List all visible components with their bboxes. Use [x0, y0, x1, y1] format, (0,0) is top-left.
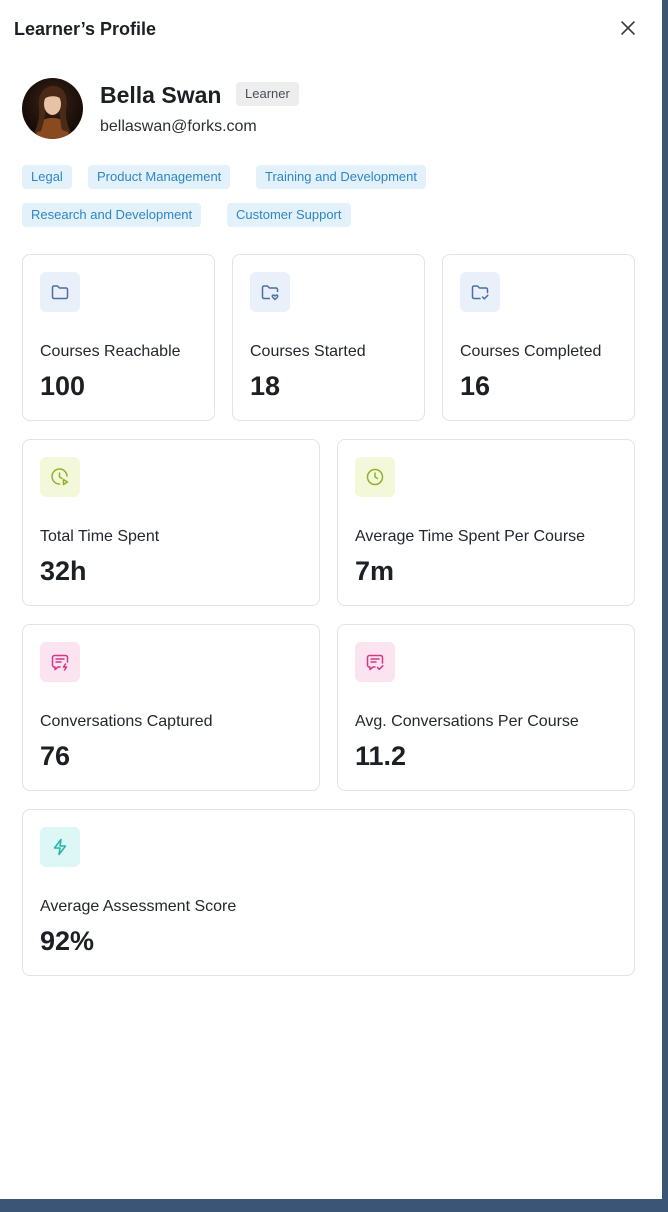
message-bolt-icon	[40, 642, 80, 682]
stat-value: 76	[40, 741, 71, 771]
panel-title: Learner’s Profile	[14, 19, 157, 39]
close-button[interactable]	[618, 18, 638, 38]
stat-card-courses-started: Courses Started 18	[232, 254, 425, 421]
stat-card-courses-completed: Courses Completed 16	[442, 254, 635, 421]
stat-value: 32h	[40, 556, 87, 586]
stat-label: Conversations Captured	[40, 713, 213, 730]
tag-chip: Research and Development	[22, 203, 202, 227]
stat-label: Courses Completed	[460, 343, 602, 360]
learner-email: bellaswan@forks.com	[100, 118, 257, 135]
stat-label: Courses Started	[250, 343, 366, 360]
stat-value: 7m	[355, 556, 395, 586]
clock-play-icon	[40, 457, 80, 497]
backdrop-bottom	[0, 1199, 668, 1212]
avatar	[22, 78, 83, 139]
stat-label: Average Time Spent Per Course	[355, 528, 586, 545]
panel-header: Learner’s Profile	[14, 18, 638, 40]
stat-value: 16	[460, 371, 491, 401]
folder-heart-icon	[250, 272, 290, 312]
clock-icon	[355, 457, 395, 497]
folder-icon	[40, 272, 80, 312]
role-badge: Learner	[236, 82, 299, 106]
close-icon	[621, 21, 635, 35]
stat-card-assessment-score: Average Assessment Score 92%	[22, 809, 635, 976]
tag-chip: Customer Support	[227, 203, 351, 227]
stat-card-total-time: Total Time Spent 32h	[22, 439, 320, 606]
stat-card-courses-reachable: Courses Reachable 100	[22, 254, 215, 421]
stat-card-avg-conversations: Avg. Conversations Per Course 11.2	[337, 624, 635, 791]
tag-chip: Legal	[22, 165, 72, 189]
stat-label: Avg. Conversations Per Course	[355, 713, 579, 730]
stat-card-avg-time: Average Time Spent Per Course 7m	[337, 439, 635, 606]
backdrop-edge	[662, 0, 668, 1199]
message-check-icon	[355, 642, 395, 682]
stat-value: 11.2	[355, 741, 407, 771]
tag-chip: Product Management	[88, 165, 231, 189]
bolt-icon	[40, 827, 80, 867]
tag-chip: Training and Development	[256, 165, 426, 189]
learner-name: Bella Swan	[100, 82, 222, 108]
profile-summary: Bella Swan Learner bellaswan@forks.com	[22, 78, 634, 140]
learner-profile-panel: Learner’s Profile Bella Swan Learner bel…	[0, 0, 662, 1199]
stat-label: Courses Reachable	[40, 343, 181, 360]
stat-label: Total Time Spent	[40, 528, 160, 545]
stat-card-conversations: Conversations Captured 76	[22, 624, 320, 791]
stat-value: 18	[250, 371, 281, 401]
stat-value: 92%	[40, 926, 95, 956]
folder-check-icon	[460, 272, 500, 312]
stat-value: 100	[40, 371, 86, 401]
stat-label: Average Assessment Score	[40, 898, 237, 915]
